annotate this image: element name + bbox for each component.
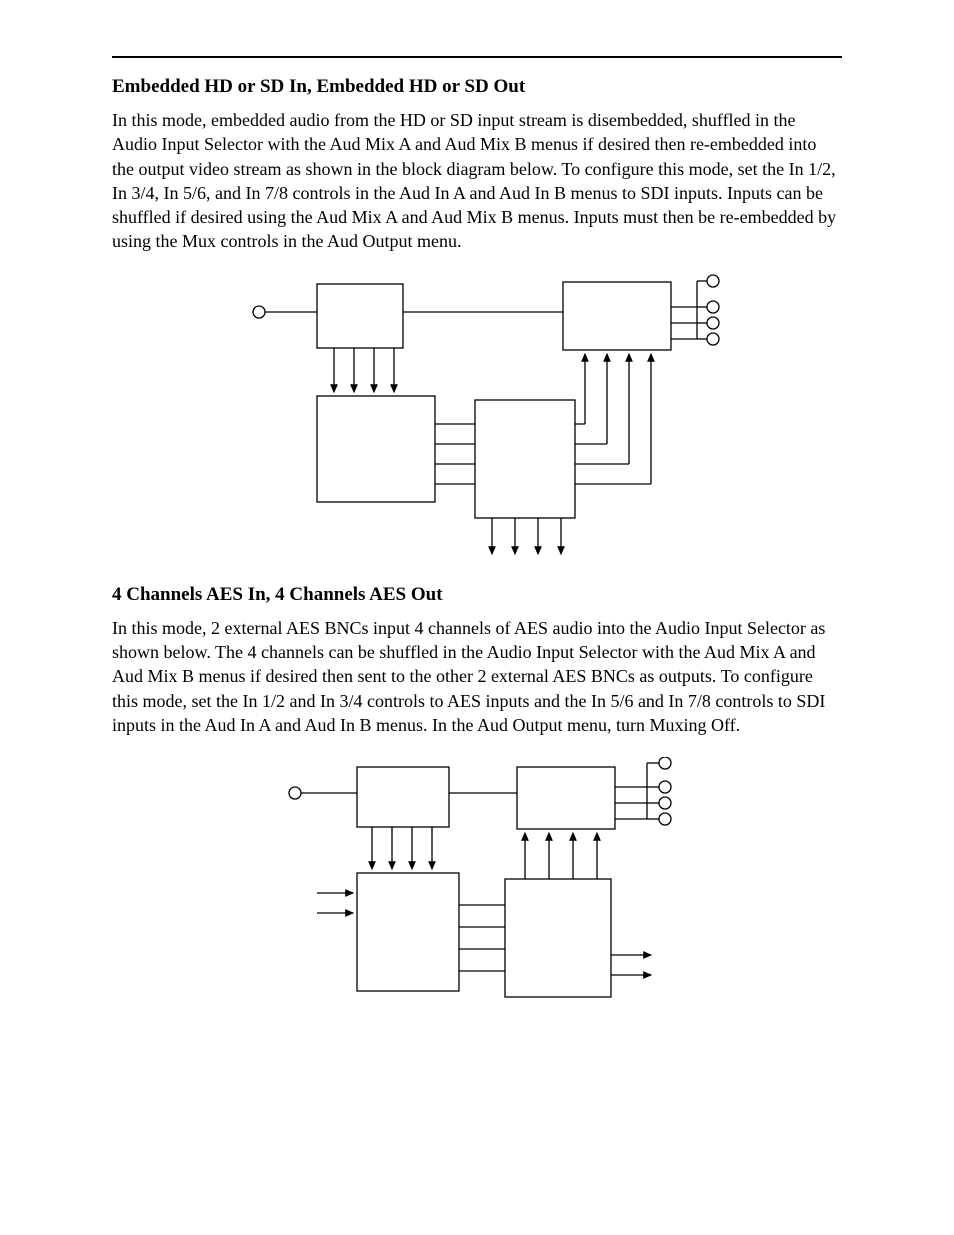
section2-body: In this mode, 2 external AES BNCs input … [112, 616, 842, 737]
top-rule [112, 56, 842, 58]
section1-title: Embedded HD or SD In, Embedded HD or SD … [112, 76, 842, 98]
document-page: Embedded HD or SD In, Embedded HD or SD … [0, 0, 954, 1235]
diagram-embedded-in-out [217, 274, 737, 564]
section2-title: 4 Channels AES In, 4 Channels AES Out [112, 584, 842, 606]
section1-body: In this mode, embedded audio from the HD… [112, 108, 842, 254]
diagram-aes-in-out [217, 757, 737, 1007]
